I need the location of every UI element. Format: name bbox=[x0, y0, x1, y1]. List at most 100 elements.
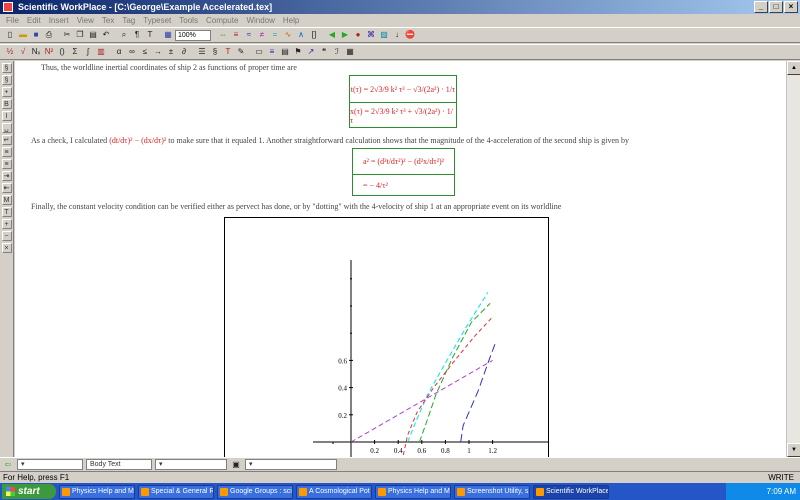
menu-insert[interactable]: Insert bbox=[49, 14, 69, 27]
menu-tools[interactable]: Tools bbox=[179, 14, 198, 27]
radical-icon[interactable]: √ bbox=[17, 46, 29, 58]
menu-edit[interactable]: Edit bbox=[27, 14, 41, 27]
minimize-button[interactable]: _ bbox=[754, 1, 768, 13]
subsection-tag-icon[interactable]: § bbox=[1, 75, 12, 85]
theorem-icon[interactable]: T bbox=[222, 46, 234, 58]
import-icon[interactable]: ↓ bbox=[391, 29, 403, 41]
note-icon[interactable]: ✎ bbox=[235, 46, 247, 58]
table-insert-icon[interactable]: ▦ bbox=[344, 46, 356, 58]
display-icon[interactable]: ▤ bbox=[279, 46, 291, 58]
field-icon[interactable]: ▭ bbox=[253, 46, 265, 58]
index-icon[interactable]: ℐ bbox=[331, 46, 343, 58]
document-area[interactable]: Thus, the worldline inertial coordinates… bbox=[15, 61, 786, 457]
misc-symbol-icon[interactable]: ∂ bbox=[178, 46, 190, 58]
section-tag-select[interactable]: ▾ bbox=[17, 459, 83, 470]
symbol-icon[interactable]: ∞ bbox=[126, 46, 138, 58]
open-folder-icon[interactable]: ▬ bbox=[17, 29, 29, 41]
arrow-icon[interactable]: → bbox=[152, 46, 164, 58]
compute-solve-icon[interactable]: = bbox=[269, 29, 281, 41]
menu-tex[interactable]: Tex bbox=[102, 14, 114, 27]
relation-icon[interactable]: ≤ bbox=[139, 46, 151, 58]
taskbar-item-physics-help-2[interactable]: Physics Help and Mat... bbox=[375, 484, 451, 499]
plus-icon[interactable]: + bbox=[1, 219, 12, 229]
taskbar-item-google-groups[interactable]: Google Groups : sci.p... bbox=[217, 484, 293, 499]
menu-help[interactable]: Help bbox=[283, 14, 299, 27]
new-file-icon[interactable]: ▯ bbox=[4, 29, 16, 41]
table-icon[interactable]: ▦ bbox=[162, 29, 174, 41]
undo-icon[interactable]: ↶ bbox=[100, 29, 112, 41]
align-left-icon[interactable]: ≡ bbox=[1, 147, 12, 157]
matrix-icon[interactable]: ▥ bbox=[95, 46, 107, 58]
list-icon[interactable]: ☰ bbox=[196, 46, 208, 58]
equation-box-coordinates[interactable]: t(τ) = 2√3/9 k² τ³ − √3/(2a²) · 1/τ x(τ)… bbox=[349, 75, 457, 128]
copy-icon[interactable]: ❐ bbox=[74, 29, 86, 41]
search-icon[interactable]: ⌕ bbox=[118, 29, 130, 41]
menu-tag[interactable]: Tag bbox=[122, 14, 135, 27]
compute-expand-icon[interactable]: ≠ bbox=[256, 29, 268, 41]
navigate-forward-icon[interactable]: ▶ bbox=[339, 29, 351, 41]
taskbar-item-physics-help-1[interactable]: Physics Help and Mat... bbox=[59, 484, 135, 499]
save-icon[interactable]: ■ bbox=[30, 29, 42, 41]
label-icon[interactable]: ⚑ bbox=[292, 46, 304, 58]
greek-icon[interactable]: α bbox=[113, 46, 125, 58]
citation-icon[interactable]: ❝ bbox=[318, 46, 330, 58]
close-button[interactable]: × bbox=[784, 1, 798, 13]
compute-matrix-icon[interactable]: [] bbox=[308, 29, 320, 41]
graphics-icon[interactable]: ▨ bbox=[378, 29, 390, 41]
brackets-icon[interactable]: () bbox=[56, 46, 68, 58]
scroll-down-icon[interactable]: ▼ bbox=[787, 443, 800, 457]
subscript-icon[interactable]: Nₓ bbox=[30, 46, 42, 58]
taskbar-item-workplace[interactable]: Scientific WorkPlace - bbox=[533, 484, 609, 499]
fraction-icon[interactable]: ½ bbox=[4, 46, 16, 58]
compute-plot3d-icon[interactable]: ∧ bbox=[295, 29, 307, 41]
break-icon[interactable]: ↵ bbox=[1, 135, 12, 145]
item-tag-icon[interactable]: • bbox=[1, 87, 12, 97]
section-tag-icon[interactable]: § bbox=[1, 63, 12, 73]
section-icon[interactable]: § bbox=[209, 46, 221, 58]
scroll-up-icon[interactable]: ▲ bbox=[787, 61, 800, 75]
space-icon[interactable]: ␣ bbox=[1, 123, 12, 133]
navigate-back-icon[interactable]: ◀ bbox=[326, 29, 338, 41]
item-tag-select[interactable]: ▾ bbox=[155, 459, 227, 470]
equation-icon[interactable]: ≡ bbox=[266, 46, 278, 58]
start-button[interactable]: start bbox=[2, 484, 56, 499]
outdent-icon[interactable]: ⇤ bbox=[1, 183, 12, 193]
taskbar-item-cosmological[interactable]: A Cosmological Pot S... bbox=[296, 484, 372, 499]
minus-icon[interactable]: − bbox=[1, 231, 12, 241]
link-icon[interactable]: ⌘ bbox=[365, 29, 377, 41]
compute-simplify-icon[interactable]: ≡ bbox=[230, 29, 242, 41]
math-tag-select[interactable]: ▾ bbox=[245, 459, 337, 470]
sum-icon[interactable]: Σ bbox=[69, 46, 81, 58]
binary-op-icon[interactable]: ± bbox=[165, 46, 177, 58]
zoom-select[interactable]: 100% bbox=[175, 29, 211, 41]
body-math-icon[interactable]: M bbox=[1, 195, 12, 205]
indent-icon[interactable]: ⇥ bbox=[1, 171, 12, 181]
menu-window[interactable]: Window bbox=[246, 14, 274, 27]
compute-factor-icon[interactable]: ≈ bbox=[243, 29, 255, 41]
maximize-button[interactable]: □ bbox=[769, 1, 783, 13]
text-tag-select[interactable]: Body Text bbox=[86, 459, 152, 470]
tag-properties-icon[interactable]: ▣ bbox=[230, 459, 242, 471]
bookmark-icon[interactable]: ● bbox=[352, 29, 364, 41]
superscript-icon[interactable]: N² bbox=[43, 46, 55, 58]
text-tag-icon[interactable]: T bbox=[144, 29, 156, 41]
body-text-icon[interactable]: T bbox=[1, 207, 12, 217]
menu-file[interactable]: File bbox=[6, 14, 19, 27]
menu-compute[interactable]: Compute bbox=[206, 14, 238, 27]
stop-icon[interactable]: ⛔ bbox=[404, 29, 416, 41]
menu-typeset[interactable]: Typeset bbox=[143, 14, 171, 27]
equation-box-acceleration[interactable]: a² = (d²t/dτ²)² − (d²x/dτ²)² = − 4/τ² bbox=[352, 148, 455, 196]
italic-tag-icon[interactable]: I bbox=[1, 111, 12, 121]
times-icon[interactable]: × bbox=[1, 243, 12, 253]
paragraph-icon[interactable]: ¶ bbox=[131, 29, 143, 41]
align-center-icon[interactable]: ≡ bbox=[1, 159, 12, 169]
cross-ref-icon[interactable]: ↗ bbox=[305, 46, 317, 58]
plot-frame[interactable]: 0.20.40.60.811.20.20.40.6-0.2 bbox=[224, 217, 549, 457]
history-back-icon[interactable]: ⇦ bbox=[2, 459, 14, 471]
compute-evaluate-icon[interactable]: ⇔ bbox=[217, 29, 229, 41]
vertical-scrollbar[interactable]: ▲ ▼ bbox=[786, 61, 800, 457]
bold-tag-icon[interactable]: B bbox=[1, 99, 12, 109]
integral-icon[interactable]: ∫ bbox=[82, 46, 94, 58]
print-icon[interactable]: ⎙ bbox=[43, 29, 55, 41]
taskbar-item-screenshot-utility[interactable]: Screenshot Utility, s... bbox=[454, 484, 530, 499]
